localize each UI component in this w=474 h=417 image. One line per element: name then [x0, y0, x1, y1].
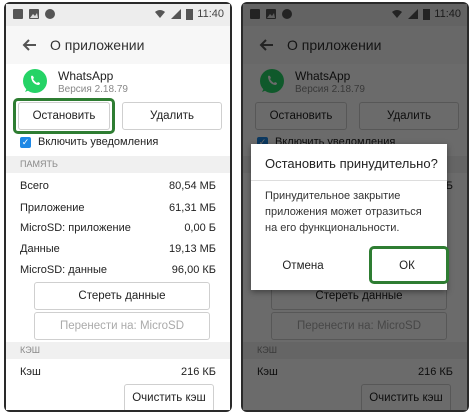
cache-label: Кэш	[20, 366, 41, 378]
cache-row: Кэш 216 КБ	[20, 366, 216, 384]
force-stop-dialog: Остановить принудительно? Принудительное…	[251, 144, 449, 290]
app-version: Версия 2.18.79	[58, 84, 128, 95]
notification-square-icon	[13, 9, 23, 19]
memory-row: Приложение 61,31 МБ	[20, 202, 216, 220]
delete-button[interactable]: Удалить	[122, 102, 222, 130]
app-name: WhatsApp	[58, 69, 114, 83]
notification-icons	[12, 8, 56, 20]
notifications-toggle[interactable]: ✓ Включить уведомления	[20, 136, 230, 152]
image-icon	[29, 9, 39, 19]
checkbox-checked-icon[interactable]: ✓	[20, 137, 31, 148]
status-bar: 11:40	[6, 4, 230, 26]
stop-button-highlight	[13, 98, 115, 134]
memory-row-value: 0,00 Б	[184, 222, 216, 234]
memory-row-value: 61,31 МБ	[169, 202, 216, 214]
dialog-message: Принудительное закрытие приложения может…	[265, 190, 422, 234]
back-arrow-icon[interactable]	[20, 35, 40, 55]
signal-icon	[171, 9, 182, 19]
memory-row-label: Приложение	[20, 202, 85, 214]
app-info-screen: 11:40 О приложении WhatsApp Версия 2.18.…	[6, 4, 230, 410]
dialog-divider	[251, 180, 447, 181]
memory-row-value: 96,00 КБ	[171, 264, 216, 276]
cancel-button[interactable]: Отмена	[273, 252, 333, 280]
memory-row-label: Всего	[20, 180, 49, 192]
cache-section-header: КЭШ	[6, 342, 230, 359]
ok-button-highlight	[369, 246, 449, 284]
phone-right: 11:40 О приложении WhatsApp Версия 2.18.…	[241, 2, 469, 412]
app-info-screen-dialog: 11:40 О приложении WhatsApp Версия 2.18.…	[243, 4, 467, 410]
status-time: 11:40	[197, 8, 224, 20]
wifi-icon	[155, 10, 166, 18]
phone-left: 11:40 О приложении WhatsApp Версия 2.18.…	[4, 2, 232, 412]
app-bar: О приложении	[6, 26, 230, 64]
clear-cache-button[interactable]: Очистить кэш	[124, 384, 214, 410]
memory-row: MicroSD: приложение 0,00 Б	[20, 222, 216, 240]
memory-row-value: 80,54 МБ	[169, 180, 216, 192]
memory-row-label: MicroSD: приложение	[20, 222, 131, 234]
cache-value: 216 КБ	[180, 366, 216, 378]
battery-icon	[186, 9, 194, 20]
whatsapp-logo-icon	[23, 69, 47, 93]
clear-data-button[interactable]: Стереть данные	[34, 282, 210, 310]
memory-row: Данные 19,13 МБ	[20, 243, 216, 261]
page-title: О приложении	[50, 37, 145, 53]
memory-row-label: Данные	[20, 243, 60, 255]
memory-row-value: 19,13 МБ	[169, 243, 216, 255]
move-to-sd-button: Перенести на: MicroSD	[34, 312, 210, 340]
memory-section-header: ПАМЯТЬ	[6, 156, 230, 173]
memory-row: Всего 80,54 МБ	[20, 180, 216, 198]
whatsapp-status-icon	[45, 9, 55, 19]
status-right: 11:40	[154, 8, 224, 20]
memory-row-label: MicroSD: данные	[20, 264, 107, 276]
dialog-title: Остановить принудительно?	[265, 156, 438, 171]
memory-row: MicroSD: данные 96,00 КБ	[20, 264, 216, 282]
app-header: WhatsApp Версия 2.18.79	[6, 64, 230, 98]
notifications-label: Включить уведомления	[38, 136, 159, 148]
